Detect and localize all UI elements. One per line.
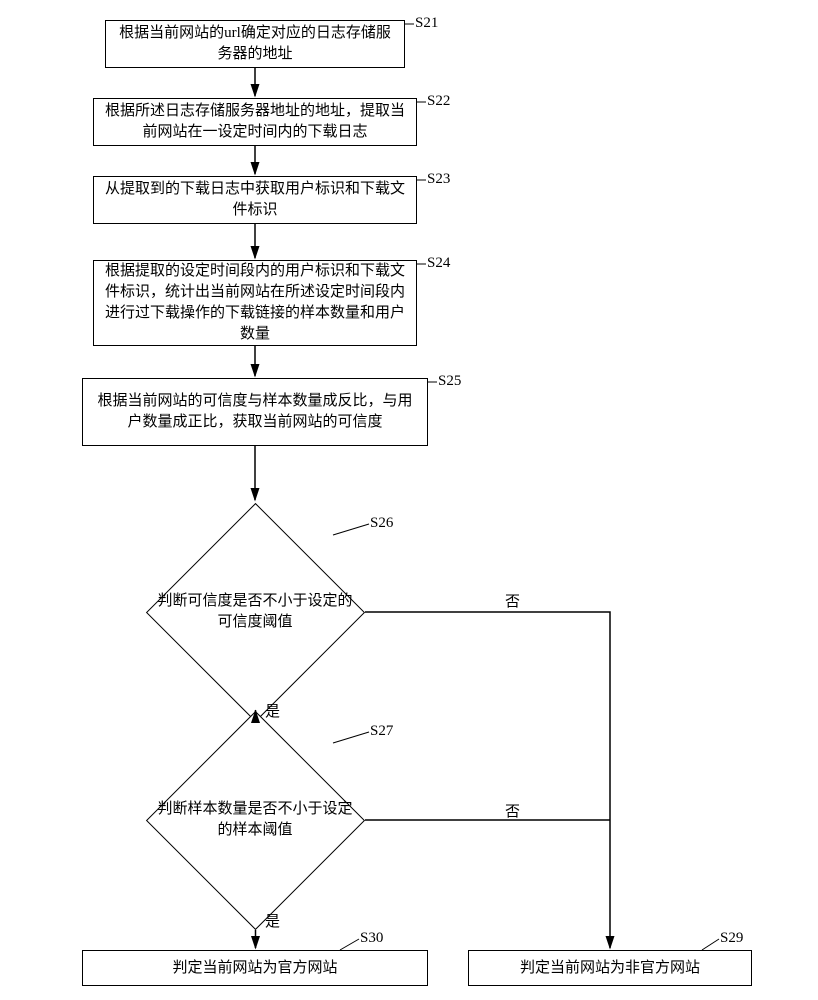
label-s24: S24 [427, 255, 450, 272]
edge-s27-no: 否 [505, 800, 520, 821]
step-s22: 根据所述日志存储服务器地址的地址，提取当前网站在一设定时间内的下载日志 [93, 98, 417, 146]
label-s26: S26 [370, 515, 393, 532]
flowchart-connectors [0, 0, 818, 1000]
step-s30: 判定当前网站为官方网站 [82, 950, 428, 986]
label-s29: S29 [720, 930, 743, 947]
step-s30-text: 判定当前网站为官方网站 [172, 958, 337, 979]
label-s23: S23 [427, 171, 450, 188]
label-s27: S27 [370, 723, 393, 740]
edge-s26-yes: 是 [265, 700, 280, 721]
edge-s26-no: 否 [505, 590, 520, 611]
decision-s26 [146, 503, 365, 722]
label-s22: S22 [427, 93, 450, 110]
step-s23: 从提取到的下载日志中获取用户标识和下载文件标识 [93, 176, 417, 224]
step-s29: 判定当前网站为非官方网站 [468, 950, 752, 986]
label-s21: S21 [415, 15, 438, 32]
step-s29-text: 判定当前网站为非官方网站 [520, 958, 700, 979]
step-s21: 根据当前网站的url确定对应的日志存储服务器的地址 [105, 20, 405, 68]
step-s24: 根据提取的设定时间段内的用户标识和下载文件标识，统计出当前网站在所述设定时间段内… [93, 260, 417, 346]
step-s24-text: 根据提取的设定时间段内的用户标识和下载文件标识，统计出当前网站在所述设定时间段内… [102, 261, 408, 345]
decision-s27 [146, 711, 365, 930]
step-s22-text: 根据所述日志存储服务器地址的地址，提取当前网站在一设定时间内的下载日志 [102, 101, 408, 143]
step-s25-text: 根据当前网站的可信度与样本数量成反比，与用户数量成正比，获取当前网站的可信度 [91, 391, 419, 433]
step-s23-text: 从提取到的下载日志中获取用户标识和下载文件标识 [102, 179, 408, 221]
edge-s27-yes: 是 [265, 910, 280, 931]
step-s25: 根据当前网站的可信度与样本数量成反比，与用户数量成正比，获取当前网站的可信度 [82, 378, 428, 446]
step-s21-text: 根据当前网站的url确定对应的日志存储服务器的地址 [114, 23, 396, 65]
label-s25: S25 [438, 373, 461, 390]
label-s30: S30 [360, 930, 383, 947]
